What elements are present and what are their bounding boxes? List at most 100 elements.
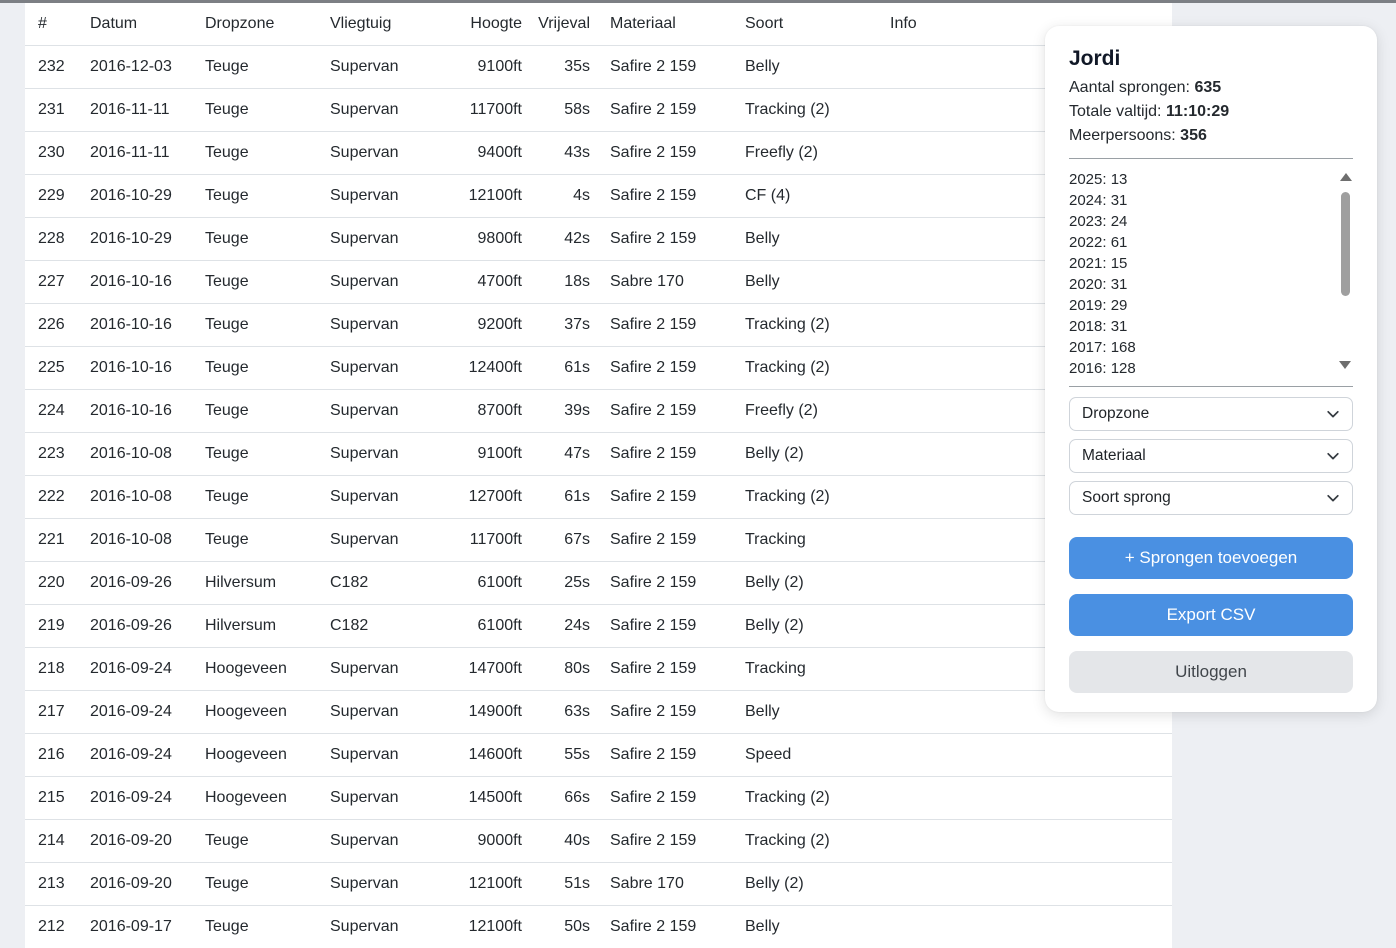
- cell-materiaal: Safire 2 159: [598, 518, 733, 561]
- table-row: 2282016-10-29TeugeSupervan9800ft42sSafir…: [25, 217, 1172, 260]
- dropzone-filter-select[interactable]: Dropzone: [1069, 397, 1353, 431]
- cell-info: [878, 862, 1172, 905]
- cell-vrijeval: 40s: [530, 819, 598, 862]
- cell-datum: 2016-09-24: [90, 690, 205, 733]
- divider: [1069, 386, 1353, 387]
- logout-button[interactable]: Uitloggen: [1069, 651, 1353, 693]
- table-row: 2202016-09-26HilversumC1826100ft25sSafir…: [25, 561, 1172, 604]
- cell-hoogte: 12100ft: [430, 174, 530, 217]
- select-value: Materiaal: [1082, 447, 1146, 465]
- cell-vliegtuig: Supervan: [330, 260, 430, 303]
- scroll-down-icon[interactable]: [1339, 361, 1351, 369]
- cell-soort: Freefly (2): [733, 131, 878, 174]
- column-header-vrijeval: Vrijeval: [530, 3, 598, 45]
- cell-datum: 2016-09-24: [90, 733, 205, 776]
- cell-soort: Freefly (2): [733, 389, 878, 432]
- cell-datum: 2016-09-26: [90, 604, 205, 647]
- cell-soort: Tracking (2): [733, 88, 878, 131]
- jump-logbook-table: #DatumDropzoneVliegtuigHoogteVrijevalMat…: [25, 3, 1172, 948]
- cell-vrijeval: 66s: [530, 776, 598, 819]
- table-row: 2242016-10-16TeugeSupervan8700ft39sSafir…: [25, 389, 1172, 432]
- cell-soort: Tracking (2): [733, 819, 878, 862]
- column-header-soort: Soort: [733, 3, 878, 45]
- table-row: 2292016-10-29TeugeSupervan12100ft4sSafir…: [25, 174, 1172, 217]
- cell-datum: 2016-10-29: [90, 174, 205, 217]
- cell-hoogte: 12100ft: [430, 862, 530, 905]
- cell-num: 224: [25, 389, 90, 432]
- cell-vrijeval: 50s: [530, 905, 598, 948]
- column-header-vliegtuig: Vliegtuig: [330, 3, 430, 45]
- cell-vliegtuig: Supervan: [330, 819, 430, 862]
- cell-num: 218: [25, 647, 90, 690]
- year-count-item: 2016: 128: [1069, 358, 1353, 376]
- scroll-thumb[interactable]: [1341, 192, 1350, 296]
- cell-num: 229: [25, 174, 90, 217]
- cell-hoogte: 8700ft: [430, 389, 530, 432]
- cell-num: 219: [25, 604, 90, 647]
- cell-vrijeval: 35s: [530, 45, 598, 88]
- cell-soort: Belly (2): [733, 561, 878, 604]
- cell-vrijeval: 58s: [530, 88, 598, 131]
- cell-hoogte: 9100ft: [430, 45, 530, 88]
- cell-datum: 2016-11-11: [90, 131, 205, 174]
- cell-vrijeval: 47s: [530, 432, 598, 475]
- cell-soort: CF (4): [733, 174, 878, 217]
- cell-materiaal: Safire 2 159: [598, 131, 733, 174]
- cell-vliegtuig: Supervan: [330, 432, 430, 475]
- cell-soort: Tracking (2): [733, 475, 878, 518]
- cell-materiaal: Safire 2 159: [598, 690, 733, 733]
- window-top-edge: [0, 0, 1396, 3]
- cell-soort: Belly: [733, 260, 878, 303]
- cell-vrijeval: 37s: [530, 303, 598, 346]
- table-row: 2232016-10-08TeugeSupervan9100ft47sSafir…: [25, 432, 1172, 475]
- cell-materiaal: Safire 2 159: [598, 174, 733, 217]
- cell-vliegtuig: Supervan: [330, 303, 430, 346]
- stat-value: 635: [1194, 79, 1221, 96]
- year-count-item: 2020: 31: [1069, 274, 1353, 295]
- stat-label: Totale valtijd:: [1069, 103, 1162, 120]
- year-stats-list[interactable]: 2025: 132024: 312023: 242022: 612021: 15…: [1069, 169, 1353, 376]
- cell-dropzone: Teuge: [205, 88, 330, 131]
- materiaal-filter-select[interactable]: Materiaal: [1069, 439, 1353, 473]
- cell-vliegtuig: Supervan: [330, 862, 430, 905]
- cell-datum: 2016-10-08: [90, 518, 205, 561]
- cell-info: [878, 905, 1172, 948]
- cell-datum: 2016-10-16: [90, 389, 205, 432]
- cell-dropzone: Teuge: [205, 862, 330, 905]
- column-header-dropzone: Dropzone: [205, 3, 330, 45]
- cell-num: 230: [25, 131, 90, 174]
- cell-dropzone: Hoogeveen: [205, 647, 330, 690]
- cell-dropzone: Hilversum: [205, 604, 330, 647]
- export-csv-button[interactable]: Export CSV: [1069, 594, 1353, 636]
- cell-num: 213: [25, 862, 90, 905]
- year-count-item: 2023: 24: [1069, 211, 1353, 232]
- cell-vliegtuig: Supervan: [330, 174, 430, 217]
- cell-dropzone: Teuge: [205, 45, 330, 88]
- cell-vliegtuig: Supervan: [330, 45, 430, 88]
- add-jumps-button[interactable]: + Sprongen toevoegen: [1069, 537, 1353, 579]
- cell-num: 222: [25, 475, 90, 518]
- table-row: 2252016-10-16TeugeSupervan12400ft61sSafi…: [25, 346, 1172, 389]
- chevron-down-icon: [1326, 491, 1340, 505]
- scroll-up-icon[interactable]: [1340, 173, 1352, 181]
- table-row: 2312016-11-11TeugeSupervan11700ft58sSafi…: [25, 88, 1172, 131]
- cell-datum: 2016-10-16: [90, 346, 205, 389]
- cell-vrijeval: 18s: [530, 260, 598, 303]
- cell-vliegtuig: Supervan: [330, 733, 430, 776]
- cell-vrijeval: 55s: [530, 733, 598, 776]
- cell-dropzone: Teuge: [205, 905, 330, 948]
- cell-datum: 2016-09-20: [90, 819, 205, 862]
- cell-vliegtuig: Supervan: [330, 518, 430, 561]
- table-row: 2322016-12-03TeugeSupervan9100ft35sSafir…: [25, 45, 1172, 88]
- cell-materiaal: Sabre 170: [598, 260, 733, 303]
- cell-materiaal: Safire 2 159: [598, 88, 733, 131]
- scrollbar[interactable]: [1338, 173, 1353, 369]
- stat-total-freefall: Totale valtijd: 11:10:29: [1069, 100, 1353, 124]
- cell-num: 226: [25, 303, 90, 346]
- soort-sprong-filter-select[interactable]: Soort sprong: [1069, 481, 1353, 515]
- cell-dropzone: Teuge: [205, 518, 330, 561]
- cell-dropzone: Teuge: [205, 346, 330, 389]
- cell-num: 212: [25, 905, 90, 948]
- cell-soort: Speed: [733, 733, 878, 776]
- cell-materiaal: Safire 2 159: [598, 819, 733, 862]
